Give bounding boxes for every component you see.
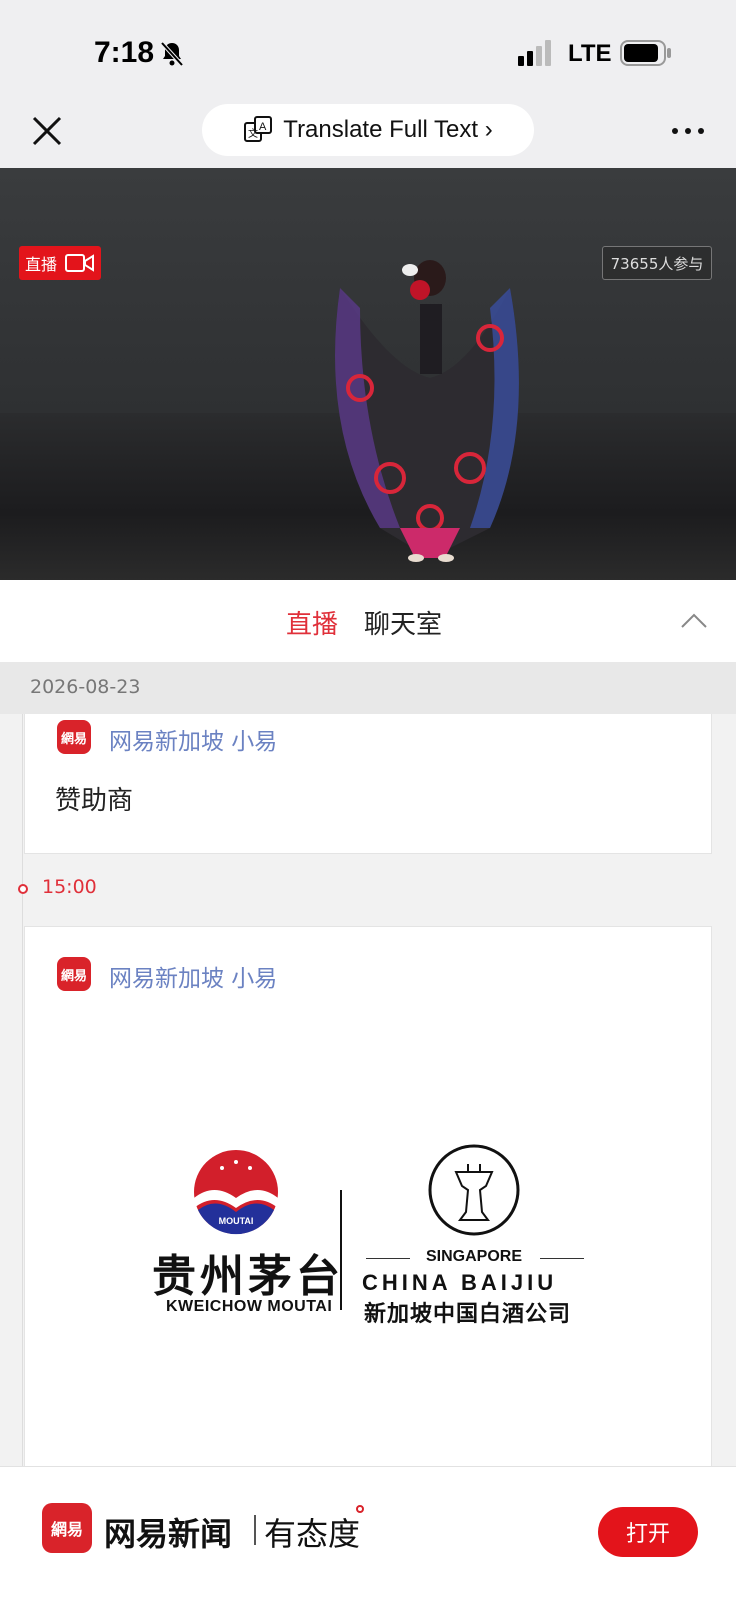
participant-count: 73655人参与 (602, 246, 712, 280)
moutai-english: KWEICHOW MOUTAI (166, 1298, 333, 1315)
author-name[interactable]: 网易新加坡 小易 (109, 959, 277, 993)
app-name: 网易新闻 (104, 1515, 233, 1553)
date-header: 2026-08-23 (0, 662, 736, 714)
china-baijiu-english: CHINA BAIJIU (362, 1270, 558, 1295)
live-badge-label: 直播 (25, 255, 58, 274)
live-badge: 直播 (19, 246, 101, 280)
baijiu-emblem (428, 1144, 520, 1236)
network-label: LTE (568, 40, 612, 67)
logo-divider (340, 1190, 342, 1310)
battery-icon (620, 40, 671, 66)
translate-icon: A 文 (244, 116, 273, 142)
svg-text:文: 文 (248, 127, 258, 140)
chevron-up-icon[interactable] (680, 610, 708, 630)
live-video-player[interactable]: 直播 73655人参与 (0, 168, 736, 580)
feed-date: 2026-08-23 (30, 676, 141, 698)
moutai-badge: MOUTAI (219, 1216, 254, 1226)
silent-bell-icon (160, 41, 184, 67)
translate-button[interactable]: A 文 Translate Full Text › (202, 104, 534, 156)
tab-chatroom[interactable]: 聊天室 (364, 604, 442, 641)
tab-bar: 直播 聊天室 (0, 580, 736, 662)
china-baijiu-chinese: 新加坡中国白酒公司 (364, 1302, 572, 1327)
status-bar: 7:18 LTE (0, 0, 736, 100)
sponsor-logos-image[interactable]: MOUTAI 贵州茅台 KWEICHOW MOUTAI SINGAPORE CH… (140, 1144, 600, 1328)
tab-live[interactable]: 直播 (286, 604, 338, 641)
svg-text:A: A (259, 121, 267, 133)
author-name[interactable]: 网易新加坡 小易 (109, 722, 277, 756)
close-icon[interactable] (30, 114, 64, 148)
moutai-chinese: 贵州茅台 (152, 1251, 344, 1302)
slogan-dot (356, 1505, 364, 1513)
clock: 7:18 (94, 36, 155, 69)
author-avatar[interactable]: 網易 (57, 957, 91, 991)
dancer-image (335, 260, 519, 562)
post-text: 赞助商 (55, 786, 134, 816)
singapore-label: SINGAPORE (425, 1248, 522, 1265)
app-download-banner: 網易 网易新闻 有态度 打开 (0, 1466, 736, 1600)
signal-icon (518, 40, 551, 66)
author-avatar[interactable]: 網易 (57, 720, 91, 754)
translate-label: Translate Full Text › (283, 116, 493, 143)
post-time: 15:00 (42, 876, 97, 898)
app-slogan: 有态度 (264, 1515, 361, 1553)
nav-bar: A 文 Translate Full Text › (0, 100, 736, 168)
netease-logo: 網易 (42, 1503, 92, 1553)
feed-post: 網易 网易新加坡 小易 赞助商 (24, 714, 712, 854)
moutai-emblem: MOUTAI (194, 1150, 278, 1235)
timeline-dot (18, 884, 28, 894)
more-icon[interactable] (670, 124, 706, 138)
video-camera-icon (65, 254, 95, 272)
timeline-line (22, 714, 23, 1466)
banner-divider (254, 1515, 256, 1545)
open-app-button[interactable]: 打开 (598, 1507, 698, 1557)
